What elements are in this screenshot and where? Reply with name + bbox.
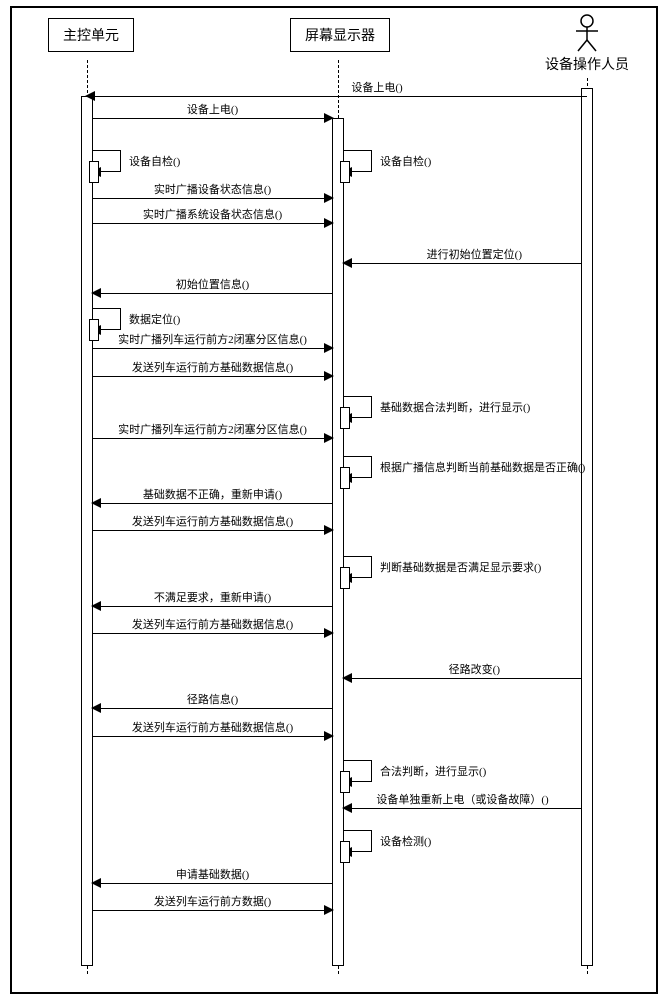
msg-send-base-2: 发送列车运行前方基础数据信息() xyxy=(93,530,332,531)
msg-send-base-1: 发送列车运行前方基础数据信息() xyxy=(93,376,332,377)
self-valid-display: 合法判断，进行显示() xyxy=(344,760,372,782)
self-display-selfcheck: 设备自检() xyxy=(344,150,372,172)
msg-reapply-2: 不满足要求，重新申请() xyxy=(93,606,332,607)
diagram-frame: 主控单元 屏幕显示器 设备操作人员 设备上电() 设备上电() 设备自检() xyxy=(10,6,658,994)
activation-display xyxy=(332,118,344,966)
self-data-locate: 数据定位() xyxy=(93,308,121,330)
actor-icon xyxy=(574,14,600,52)
msg-init-locate: 进行初始位置定位() xyxy=(344,263,581,264)
msg-send-forward-data: 发送列车运行前方数据() xyxy=(93,910,332,911)
self-judge-correct: 根据广播信息判断当前基础数据是否正确() xyxy=(344,456,372,478)
msg-route-change: 径路改变() xyxy=(344,678,581,679)
msg-init-pos-info: 初始位置信息() xyxy=(93,293,332,294)
self-satisfy-display: 判断基础数据是否满足显示要求() xyxy=(344,556,372,578)
participant-display: 屏幕显示器 xyxy=(290,18,390,52)
msg-repower: 设备单独重新上电（或设备故障）() xyxy=(344,808,581,809)
activation-main xyxy=(81,96,93,966)
self-main-selfcheck: 设备自检() xyxy=(93,150,121,172)
participant-label: 设备操作人员 xyxy=(542,54,632,74)
participant-main-unit: 主控单元 xyxy=(48,18,134,52)
participant-label: 主控单元 xyxy=(48,18,134,52)
participant-operator: 设备操作人员 xyxy=(542,14,632,74)
msg-reapply-1: 基础数据不正确，重新申请() xyxy=(93,503,332,504)
msg-send-base-4: 发送列车运行前方基础数据信息() xyxy=(93,736,332,737)
msg-send-base-3: 发送列车运行前方基础数据信息() xyxy=(93,633,332,634)
msg-power-on-1: 设备上电() xyxy=(87,96,587,97)
msg-broadcast-status: 实时广播设备状态信息() xyxy=(93,198,332,199)
self-base-valid-display: 基础数据合法判断，进行显示() xyxy=(344,396,372,418)
msg-broadcast-block-2: 实时广播列车运行前方2闭塞分区信息() xyxy=(93,438,332,439)
self-device-check: 设备检测() xyxy=(344,830,372,852)
msg-request-base: 申请基础数据() xyxy=(93,883,332,884)
activation-operator xyxy=(581,88,593,966)
participant-label: 屏幕显示器 xyxy=(290,18,390,52)
msg-broadcast-block-1: 实时广播列车运行前方2闭塞分区信息() xyxy=(93,348,332,349)
msg-broadcast-sys-status: 实时广播系统设备状态信息() xyxy=(93,223,332,224)
msg-route-info: 径路信息() xyxy=(93,708,332,709)
msg-power-on-2: 设备上电() xyxy=(93,118,332,119)
